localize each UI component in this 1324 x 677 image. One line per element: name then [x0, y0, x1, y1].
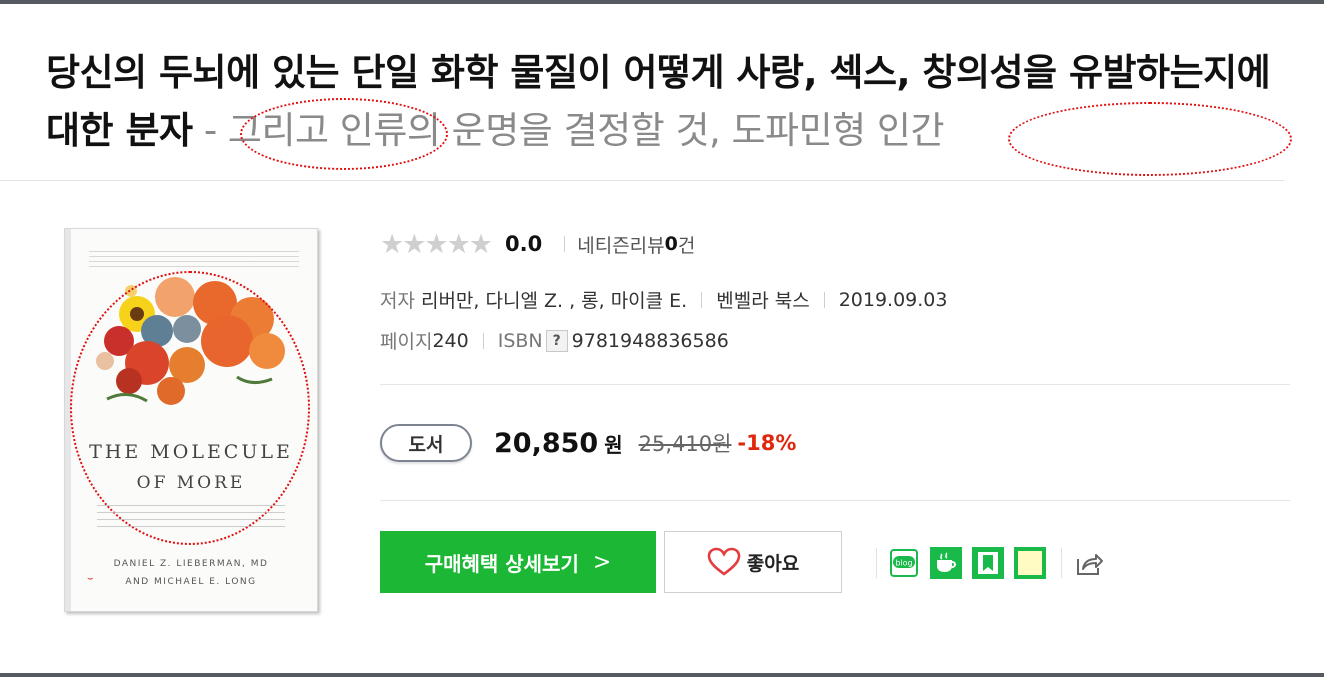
book-cover[interactable]: THE MOLECULE OF MORE DANIEL Z. LIEBERMAN… [64, 228, 318, 612]
svg-text:blog: blog [895, 559, 912, 568]
info-divider [380, 500, 1290, 501]
blog-icon[interactable]: blog [888, 547, 920, 579]
annotation-circle-cover [70, 271, 310, 545]
price-row: 도서 20,850 원 25,410원 -18% [380, 424, 796, 462]
cover-title-line1: THE MOLECULE [89, 441, 293, 463]
divider [701, 291, 703, 308]
author-names[interactable]: 리버만, 다니엘 Z. , 롱, 마이클 E. [421, 286, 687, 313]
category-badge: 도서 [380, 424, 472, 462]
isbn-help-icon[interactable]: ? [545, 329, 568, 352]
cover-author-line2: AND MICHAEL E. LONG [125, 577, 257, 587]
divider [823, 291, 825, 308]
original-price: 25,410원 [638, 432, 732, 456]
memo-icon[interactable] [1014, 547, 1046, 579]
divider [1061, 548, 1062, 578]
isbn-label: ISBN [497, 329, 543, 352]
author-label: 저자 [380, 290, 415, 312]
cover-blurb [89, 251, 299, 269]
publisher-logo-icon: ⌣ [87, 573, 94, 584]
share-icon[interactable] [1073, 547, 1105, 579]
discount-rate: -18% [737, 431, 797, 455]
info-divider [380, 384, 1290, 385]
annotation-circle-dopamine [1008, 102, 1292, 176]
page-label: 페이지 [380, 331, 433, 353]
purchase-benefits-label: 구매혜택 상세보기 [424, 551, 579, 576]
heart-icon [707, 547, 741, 576]
bottom-border [0, 673, 1324, 677]
annotation-circle-molecule [240, 98, 448, 170]
review-count[interactable]: 0 [665, 233, 678, 255]
cover-subtitle [97, 505, 285, 533]
top-border [0, 0, 1324, 4]
share-icons: blog [870, 545, 1110, 581]
publisher-name[interactable]: 벤벨라 북스 [716, 286, 809, 313]
chevron-right-icon: > [592, 549, 612, 575]
header-divider [0, 180, 1284, 181]
isbn-value: 9781948836586 [571, 329, 729, 352]
page-count: 240 [432, 329, 469, 352]
publish-date: 2019.09.03 [838, 288, 948, 311]
author-row: 저자 리버만, 다니엘 Z. , 롱, 마이클 E. 벤벨라 북스 2019.0… [380, 286, 947, 313]
like-label: 좋아요 [746, 552, 800, 575]
sale-price: 20,850 [494, 427, 599, 459]
rating-stars: ★★★★★ [380, 228, 493, 260]
divider [564, 236, 566, 252]
rating-value: 0.0 [505, 232, 543, 256]
cover-author-line1: DANIEL Z. LIEBERMAN, MD [113, 559, 269, 569]
divider [876, 548, 877, 578]
rating-row: ★★★★★ 0.0 네티즌리뷰 0 건 [380, 228, 696, 260]
cafe-icon[interactable] [930, 547, 962, 579]
review-label[interactable]: 네티즌리뷰 [577, 231, 664, 258]
page-isbn-row: 페이지 240 ISBN ? 9781948836586 [380, 327, 729, 354]
cover-title-line2: OF MORE [136, 473, 246, 493]
purchase-benefits-button[interactable]: 구매혜택 상세보기 > [380, 531, 656, 593]
divider [482, 332, 484, 349]
like-button[interactable]: 좋아요 [664, 531, 842, 593]
review-unit: 건 [677, 234, 696, 257]
bookmark-icon[interactable] [972, 547, 1004, 579]
price-unit: 원 [604, 432, 623, 457]
